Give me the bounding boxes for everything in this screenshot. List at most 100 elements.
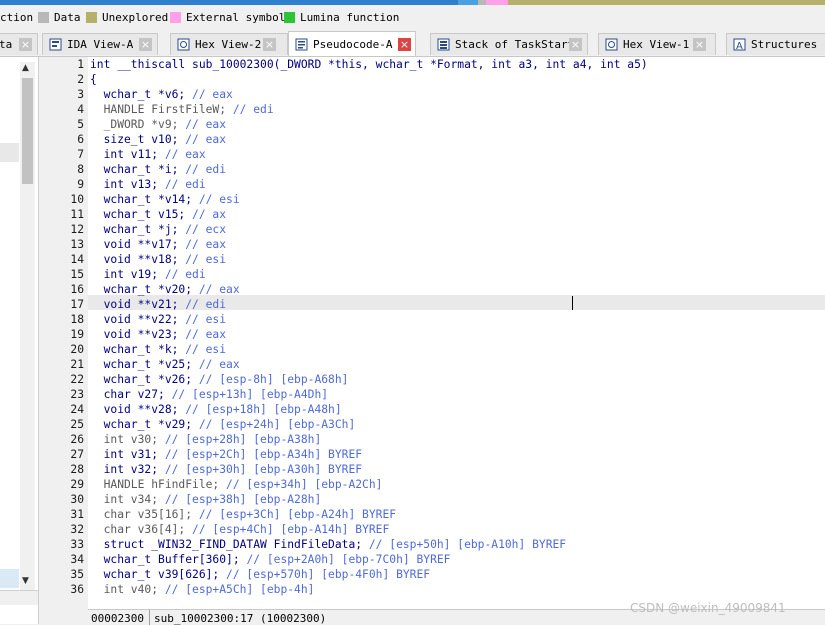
line-number: 7 <box>77 148 84 161</box>
watermark: CSDN @weixin_49009841 <box>630 601 786 615</box>
code-text: wchar_t *v14; <box>90 193 199 206</box>
tab-hex-view-2[interactable]: Hex View-2 × <box>170 33 288 55</box>
nav-band-segment <box>458 0 478 5</box>
code-line[interactable]: void **v23; // eax <box>90 327 226 342</box>
code-line[interactable]: int v31; // [esp+2Ch] [ebp-A34h] BYREF <box>90 447 362 462</box>
code-line[interactable]: wchar_t *v6; // eax <box>90 87 233 102</box>
line-number: 1 <box>77 58 84 71</box>
code-line[interactable]: int v19; // edi <box>90 267 206 282</box>
code-line[interactable]: size_t v10; // eax <box>90 132 226 147</box>
function-list-row[interactable] <box>0 143 19 162</box>
line-number: 34 <box>70 553 84 566</box>
code-line[interactable]: wchar_t v39[626]; // [esp+570h] [ebp-4F0… <box>90 567 430 582</box>
line-number: 28 <box>70 463 84 476</box>
code-line[interactable]: char v35[16]; // [esp+3Ch] [ebp-A24h] BY… <box>90 507 396 522</box>
code-text: wchar_t *k; <box>90 343 186 356</box>
legend-swatch-lumina <box>284 12 295 23</box>
tab-pseudocode-a[interactable]: Pseudocode-A × <box>288 31 416 56</box>
functions-scroll-thumb[interactable] <box>22 78 33 184</box>
line-number: 13 <box>70 238 84 251</box>
code-line[interactable]: char v36[4]; // [esp+4Ch] [ebp-A14h] BYR… <box>90 522 390 537</box>
code-line[interactable]: wchar_t *v29; // [esp+24h] [ebp-A3Ch] <box>90 417 356 432</box>
tab-hex-view-1[interactable]: Hex View-1 × <box>598 33 716 55</box>
code-line[interactable]: wchar_t *i; // edi <box>90 162 226 177</box>
code-line[interactable]: wchar_t Buffer[360]; // [esp+2A0h] [ebp-… <box>90 552 451 567</box>
code-line[interactable]: wchar_t *v20; // eax <box>90 282 240 297</box>
tab-stack-of-taskstart[interactable]: Stack of TaskStart × <box>430 33 588 55</box>
tab-label: Hex View-2 <box>195 38 262 51</box>
code-line[interactable]: int __thiscall sub_10002300(_DWORD *this… <box>90 57 648 72</box>
code-text: int v31; <box>90 448 165 461</box>
line-number: 2 <box>77 73 84 86</box>
close-icon[interactable]: × <box>19 38 32 51</box>
code-line[interactable]: wchar_t v15; // ax <box>90 207 226 222</box>
legend-swatch-data <box>38 12 49 23</box>
scroll-down-icon[interactable]: ▼ <box>22 576 29 586</box>
line-number: 17 <box>70 298 84 311</box>
tab-structures[interactable]: A Structures <box>726 33 825 55</box>
code-line[interactable]: void **v17; // eax <box>90 237 226 252</box>
ida-view-icon <box>49 38 62 51</box>
code-text: int v11; <box>90 148 165 161</box>
close-icon[interactable]: × <box>263 38 276 51</box>
code-line[interactable]: wchar_t *k; // esi <box>90 342 226 357</box>
close-icon[interactable]: × <box>139 38 152 51</box>
legend-label-data: Data <box>54 11 81 24</box>
code-text: void **v18; <box>90 253 186 266</box>
code-comment: // esi <box>185 313 227 326</box>
code-line[interactable]: void **v18; // esi <box>90 252 226 267</box>
code-text: HANDLE FirstFileW; <box>90 103 233 116</box>
code-line[interactable]: int v30; // [esp+28h] [ebp-A38h] <box>90 432 322 447</box>
close-icon[interactable]: × <box>569 38 582 51</box>
close-icon[interactable]: × <box>693 38 706 51</box>
code-line[interactable]: int v40; // [esp+A5Ch] [ebp-4h] <box>90 582 315 597</box>
code-line[interactable]: struct _WIN32_FIND_DATAW FindFileData; /… <box>90 537 567 552</box>
status-location: sub_10002300:17 (10002300) <box>154 612 327 625</box>
functions-panel-footer <box>0 590 38 605</box>
legend-label-external: External symbol <box>186 11 286 24</box>
scroll-up-icon[interactable]: ▲ <box>22 63 29 73</box>
code-comment: // esi <box>198 193 240 206</box>
code-text: wchar_t v15; <box>90 208 193 221</box>
close-icon[interactable]: × <box>398 38 411 51</box>
code-line[interactable]: wchar_t *v26; // [esp-8h] [ebp-A68h] <box>90 372 349 387</box>
code-line[interactable]: void **v28; // [esp+18h] [ebp-A48h] <box>90 402 342 417</box>
code-line[interactable]: int v32; // [esp+30h] [ebp-A30h] BYREF <box>90 462 362 477</box>
line-number: 23 <box>70 388 84 401</box>
code-line[interactable]: char v27; // [esp+13h] [ebp-A4Dh] <box>90 387 328 402</box>
code-text: int __thiscall sub_10002300(_DWORD *this… <box>90 58 648 71</box>
code-comment: // edi <box>185 163 227 176</box>
line-number: 31 <box>70 508 84 521</box>
tab-functions-partial[interactable]: ta × <box>0 33 38 55</box>
legend-swatch-unexplored <box>86 12 97 23</box>
code-line[interactable]: int v11; // eax <box>90 147 206 162</box>
code-comment: // edi <box>232 103 274 116</box>
code-line[interactable]: HANDLE FirstFileW; // edi <box>90 102 274 117</box>
code-line[interactable]: wchar_t *v25; // eax <box>90 357 240 372</box>
code-line[interactable]: { <box>90 72 97 87</box>
line-number: 35 <box>70 568 84 581</box>
code-comment: // [esp+18h] [ebp-A48h] <box>185 403 342 416</box>
code-line[interactable]: int v13; // edi <box>90 177 206 192</box>
code-comment: // eax <box>192 88 233 101</box>
code-text: char v36[4]; <box>90 523 193 536</box>
code-line[interactable]: void **v22; // esi <box>90 312 226 327</box>
code-comment: // esi <box>185 253 227 266</box>
line-number: 32 <box>70 523 84 536</box>
code-line[interactable]: HANDLE hFindFile; // [esp+34h] [ebp-A2Ch… <box>90 477 383 492</box>
navigation-band[interactable] <box>0 0 825 5</box>
code-line[interactable]: wchar_t *j; // ecx <box>90 222 226 237</box>
code-comment: // eax <box>185 118 227 131</box>
code-text: void **v28; <box>90 403 186 416</box>
code-text: wchar_t *v20; <box>90 283 199 296</box>
code-line[interactable]: int v34; // [esp+38h] [ebp-A28h] <box>90 492 322 507</box>
code-line[interactable]: wchar_t *v14; // esi <box>90 192 240 207</box>
code-text: wchar_t *v25; <box>90 358 199 371</box>
tab-ida-view-a[interactable]: IDA View-A × <box>42 33 158 55</box>
function-list-row-selected[interactable] <box>0 569 19 588</box>
code-comment: // [esp+2Ch] [ebp-A34h] BYREF <box>164 448 363 461</box>
code-text: _DWORD *v9; <box>90 118 186 131</box>
code-line[interactable]: void **v21; // edi <box>90 297 226 312</box>
code-line[interactable]: _DWORD *v9; // eax <box>90 117 226 132</box>
line-number: 3 <box>77 88 84 101</box>
